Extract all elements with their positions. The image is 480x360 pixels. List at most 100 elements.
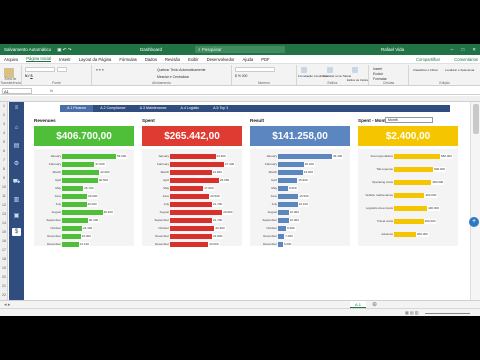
bar-value: 390.000 (423, 219, 437, 224)
row-number[interactable]: 11 (0, 194, 8, 198)
autosave-label[interactable]: Salvamento Automático (4, 47, 51, 52)
search-box[interactable]: ⌕ Pesquisar (195, 46, 285, 53)
finance-icon[interactable]: $ (12, 228, 21, 236)
bar-row: Operating costs 480.000 (358, 178, 458, 187)
align-icons[interactable]: ≡ ≡ ≡ (96, 68, 104, 72)
row-number[interactable]: 9 (0, 176, 8, 180)
row-number[interactable]: 4 (0, 131, 8, 135)
number-icons[interactable]: $ % 000 (235, 74, 247, 78)
ribbon-tab[interactable]: Layout da Página (79, 57, 112, 62)
bar-label: August (267, 210, 277, 214)
nav-tab[interactable]: A.4 Logistic (174, 105, 207, 112)
row-number[interactable]: 10 (0, 185, 8, 189)
ribbon-tab[interactable]: Página Inicial (26, 56, 52, 62)
row-number[interactable]: 21 (0, 284, 8, 288)
menu-icon[interactable]: ≡ (12, 104, 21, 112)
sort-filter-button[interactable]: Classificar e Filtrar (413, 68, 438, 72)
ribbon-tab[interactable]: Inserir (59, 57, 71, 62)
user-name[interactable]: Rafael Vida (381, 47, 404, 52)
row-number[interactable]: 19 (0, 266, 8, 270)
view-icons[interactable]: ▦ ▤ ▥ (405, 310, 419, 315)
number-format-select[interactable] (235, 67, 275, 72)
conditional-format-icon[interactable] (301, 67, 307, 73)
bar-row: December 21.100 (34, 240, 134, 249)
fx-icon[interactable]: fx (50, 88, 53, 93)
bar-value: 7.000 (284, 234, 294, 239)
bar-value: 21.800 (212, 234, 224, 239)
bold-icon[interactable]: N I S (25, 74, 33, 78)
settings-icon[interactable]: ⚙ (12, 160, 21, 168)
delete-button[interactable]: Excluir (373, 72, 383, 76)
bar-label: October (158, 226, 169, 230)
bar-label: November (155, 234, 169, 238)
alignment-group: ≡ ≡ ≡ Quebrar Texto Automaticamente Mesc… (92, 65, 232, 85)
row-number[interactable]: 14 (0, 221, 8, 225)
row-number[interactable]: 8 (0, 167, 8, 171)
ribbon-tab[interactable]: Arquivo (4, 57, 18, 62)
wrap-text-button[interactable]: Quebrar Texto Automaticamente (157, 68, 206, 72)
home-icon[interactable]: ⌂ (12, 124, 21, 132)
insert-button[interactable]: Inserir (373, 67, 382, 71)
comments-button[interactable]: Comentários (454, 57, 478, 62)
row-number[interactable]: 22 (0, 293, 8, 297)
bar-value: 45.400 (102, 210, 114, 215)
document-icon[interactable]: ▤ (12, 142, 21, 150)
nav-tab[interactable]: A.2 Compliance (93, 105, 132, 112)
bar-value: 24.400 (81, 226, 94, 231)
row-number[interactable]: 12 (0, 203, 8, 207)
truck-icon[interactable]: ⛟ (12, 178, 21, 186)
row-number[interactable]: 7 (0, 158, 8, 162)
month-dropdown[interactable]: Month (385, 117, 433, 123)
scroll-thumb[interactable] (473, 104, 479, 134)
row-number[interactable]: 16 (0, 239, 8, 243)
ribbon-tab[interactable]: Revisão (165, 57, 180, 62)
add-sheet-icon[interactable]: ⊕ (372, 301, 377, 308)
bar-label: July (271, 202, 277, 206)
close-icon[interactable]: ✕ (472, 47, 476, 53)
kpi-value: $406.700,00 (34, 126, 134, 146)
font-size-select[interactable] (57, 67, 67, 72)
save-icon[interactable]: ▣ ↶ ↷ (57, 47, 71, 53)
vertical-scrollbar[interactable] (470, 102, 480, 300)
ribbon-tab[interactable]: Fórmulas (119, 57, 136, 62)
nav-tab[interactable]: A.5 Top 3 (206, 105, 235, 112)
nav-tab[interactable]: A.1 Finance (60, 105, 94, 112)
row-number[interactable]: 2 (0, 113, 8, 117)
row-number[interactable]: 1 (0, 104, 8, 108)
merge-center-button[interactable]: Mesclar e Centralizar (157, 75, 189, 79)
row-number[interactable]: 17 (0, 248, 8, 252)
ribbon-tab[interactable]: Dados (145, 57, 157, 62)
row-number[interactable]: 3 (0, 122, 8, 126)
row-number[interactable]: 20 (0, 275, 8, 279)
nav-tab[interactable]: A.3 Maintenance (133, 105, 174, 112)
row-number[interactable]: 15 (0, 230, 8, 234)
sheet-tabs-bar: ◂ ▸ A.1 ⊕ (0, 300, 480, 309)
find-select-button[interactable]: Localizar e Selecionar (445, 68, 475, 72)
bar-row: December 20.000 (142, 240, 242, 249)
row-number[interactable]: 6 (0, 149, 8, 153)
chart-icon[interactable]: ▥ (12, 196, 21, 204)
dashboard-nav: A.1 Finance A.2 Compliance A.3 Maintenance… (60, 105, 450, 112)
ribbon-tab[interactable]: Exibir (188, 57, 198, 62)
cell-styles-icon[interactable] (352, 67, 358, 73)
row-number[interactable]: 18 (0, 257, 8, 261)
ribbon-tab[interactable]: Ajuda (243, 57, 254, 62)
ribbon-tab[interactable]: PDF (261, 57, 269, 62)
zoom-slider[interactable] (425, 313, 470, 314)
share-button[interactable]: Compartilhar (416, 57, 440, 62)
floating-add-button[interactable]: + (469, 217, 479, 227)
bar-label: June (54, 194, 61, 198)
bar-label: January (158, 154, 169, 158)
row-number[interactable]: 5 (0, 140, 8, 144)
name-box[interactable]: A1 (2, 87, 32, 94)
bar-value: 580.000 (440, 154, 453, 159)
format-table-icon[interactable] (327, 67, 333, 73)
maximize-icon[interactable]: □ (462, 47, 465, 53)
font-name-select[interactable] (25, 67, 55, 72)
minimize-icon[interactable]: ─ (450, 47, 453, 53)
row-number[interactable]: 13 (0, 212, 8, 216)
clipboard-icon[interactable]: ▣ (12, 212, 21, 220)
ribbon-tabs: Arquivo Página Inicial Inserir Layout da Pá… (0, 55, 480, 64)
bar (62, 178, 102, 183)
ribbon-tab[interactable]: Desenvolvedor (207, 57, 235, 62)
